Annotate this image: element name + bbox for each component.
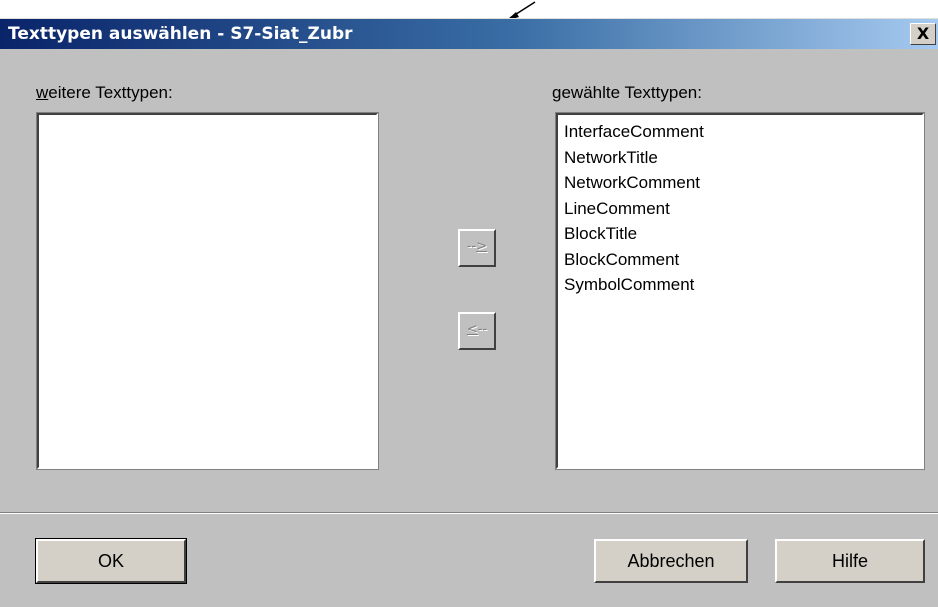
available-types-listbox[interactable] bbox=[36, 112, 379, 470]
available-types-label: weitere Texttypen: bbox=[36, 83, 173, 102]
selected-types-label: gewählte Texttypen: bbox=[552, 83, 702, 102]
selected-type-item[interactable]: BlockComment bbox=[564, 247, 922, 273]
close-icon: X bbox=[916, 24, 930, 43]
selected-type-item[interactable]: LineComment bbox=[564, 196, 922, 222]
move-right-button[interactable]: --> bbox=[458, 229, 496, 267]
cancel-button[interactable]: Abbrechen bbox=[594, 539, 748, 583]
selected-type-item[interactable]: NetworkTitle bbox=[564, 145, 922, 171]
move-left-button[interactable]: <-- bbox=[458, 312, 496, 350]
help-button[interactable]: Hilfe bbox=[775, 539, 925, 583]
selected-types-listbox[interactable]: InterfaceComment NetworkTitle NetworkComme… bbox=[555, 112, 925, 470]
selected-type-item[interactable]: BlockTitle bbox=[564, 221, 922, 247]
selected-type-item[interactable]: NetworkComment bbox=[564, 170, 922, 196]
separator bbox=[0, 512, 938, 514]
selected-type-item[interactable]: SymbolComment bbox=[564, 272, 922, 298]
dialog-window: Texttypen auswählen - S7-Siat_Zubr X wei… bbox=[0, 18, 938, 607]
selected-type-item[interactable]: InterfaceComment bbox=[564, 119, 922, 145]
selected-types-list: InterfaceComment NetworkTitle NetworkComme… bbox=[558, 115, 922, 298]
close-button[interactable]: X bbox=[910, 23, 936, 45]
title-bar[interactable]: Texttypen auswählen - S7-Siat_Zubr X bbox=[0, 19, 938, 49]
ok-button[interactable]: OK bbox=[35, 538, 187, 584]
available-types-list bbox=[39, 115, 376, 119]
dialog-title: Texttypen auswählen - S7-Siat_Zubr bbox=[8, 24, 353, 44]
